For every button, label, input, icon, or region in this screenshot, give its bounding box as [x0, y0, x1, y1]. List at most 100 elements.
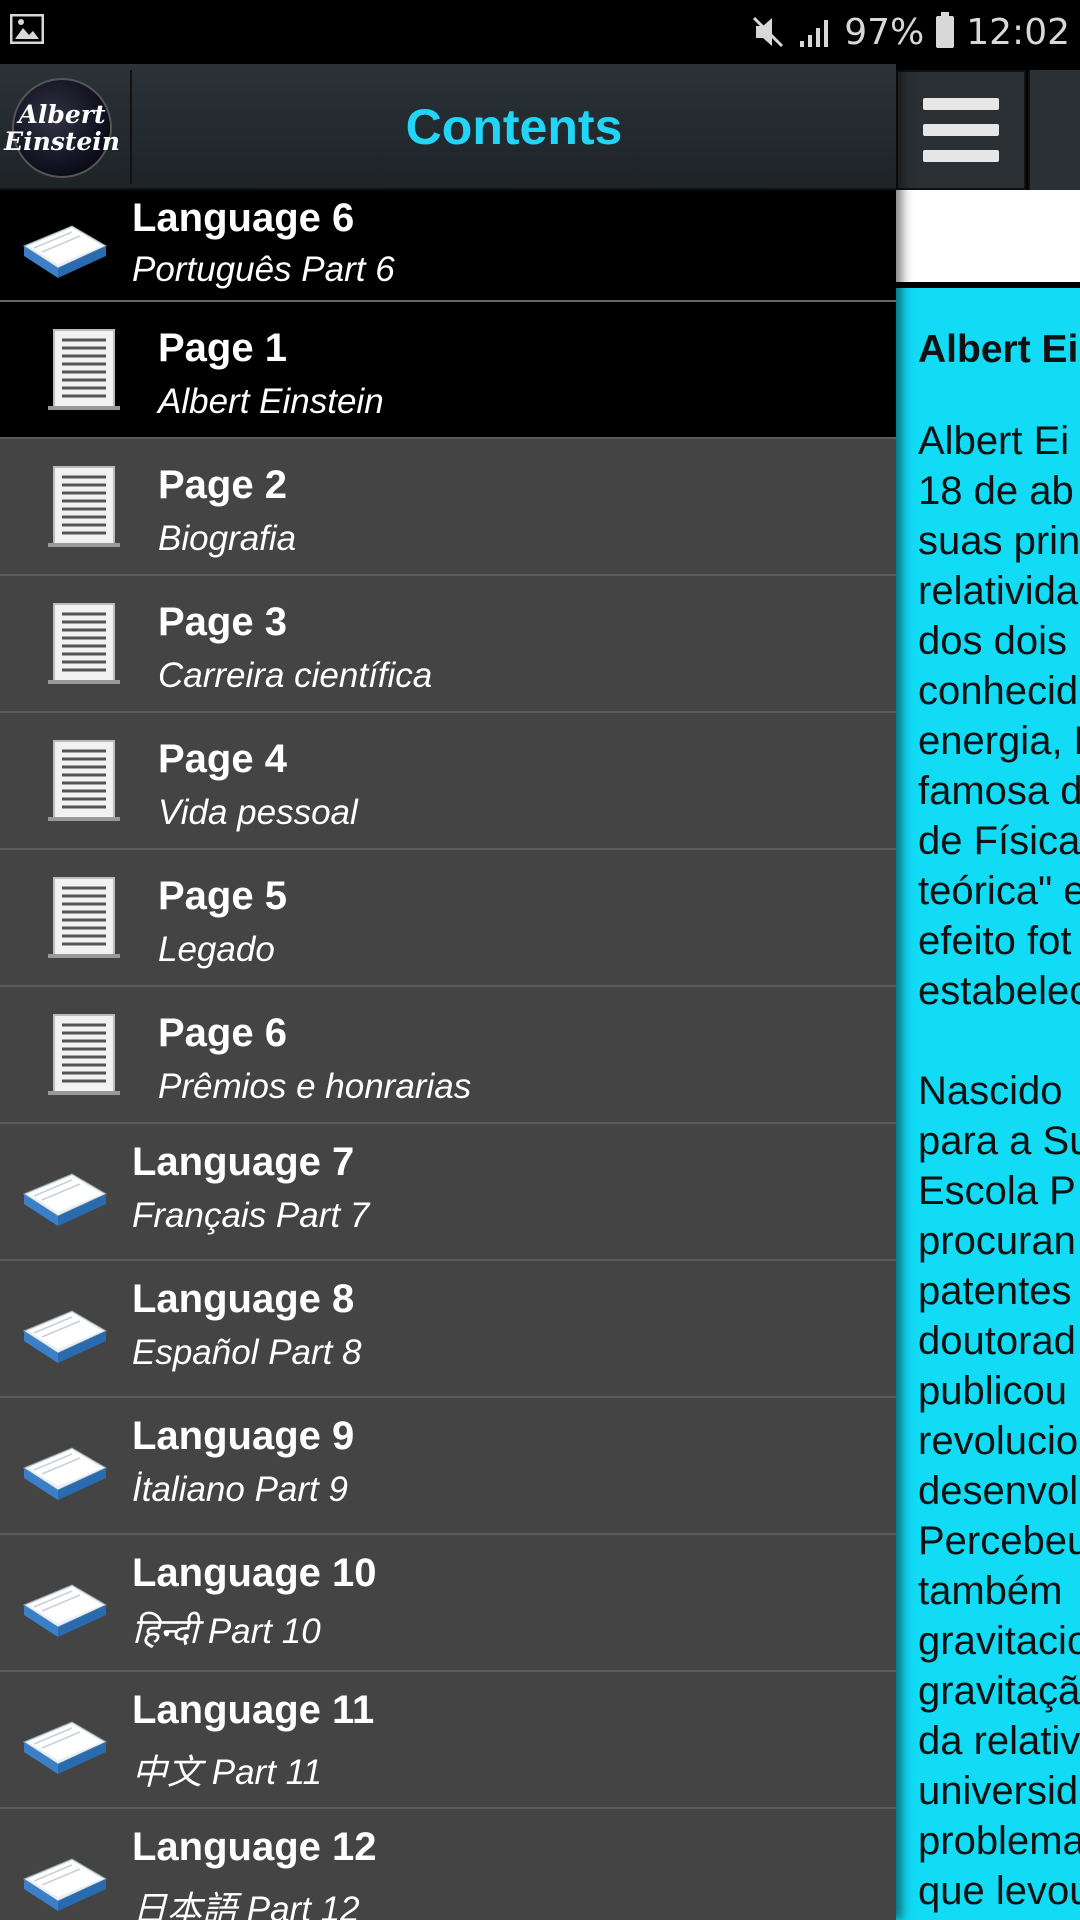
logo-text-line1: Albert: [18, 100, 106, 129]
article-line: publicou: [918, 1369, 1068, 1413]
language-item[interactable]: Language 11 中文 Part 11: [0, 1672, 896, 1809]
article-line: gravitacio: [918, 1619, 1080, 1663]
article-line: relativida: [918, 569, 1079, 613]
book-icon: [22, 1310, 108, 1363]
article-line: para a Su: [918, 1119, 1080, 1163]
document-icon: [48, 877, 120, 958]
article-line: universid: [918, 1769, 1079, 1813]
item-title: Page 5: [158, 874, 287, 918]
item-title: Language 8: [132, 1277, 355, 1321]
article-line: que levou: [918, 1869, 1080, 1913]
item-title: Language 12: [132, 1825, 377, 1869]
article-line: problema: [918, 1819, 1080, 1863]
language-item[interactable]: Language 9 İtaliano Part 9: [0, 1398, 896, 1535]
article-line: também: [918, 1569, 1063, 1613]
item-subtitle: 日本語 Part 12: [132, 1890, 360, 1920]
item-subtitle: İtaliano Part 9: [132, 1470, 348, 1509]
signal-icon: [800, 20, 829, 47]
article-line: teórica" e: [918, 869, 1080, 913]
book-icon: [22, 1858, 108, 1911]
language-item[interactable]: Language 8 Español Part 8: [0, 1261, 896, 1398]
page-item[interactable]: Page 3 Carreira científica: [0, 576, 896, 713]
item-subtitle: Français Part 7: [132, 1196, 370, 1235]
item-title: Language 9: [132, 1414, 355, 1458]
article-line: Albert Ei: [918, 419, 1070, 463]
image-icon: [10, 14, 44, 44]
book-icon: [22, 1721, 108, 1774]
item-title: Page 6: [158, 1011, 287, 1055]
item-title: Page 2: [158, 463, 287, 507]
item-subtitle: Legado: [158, 930, 275, 969]
article-line: estabelec: [918, 969, 1080, 1013]
article-line: da relativ: [918, 1719, 1080, 1763]
article-line: Percebeu: [918, 1519, 1080, 1563]
language-item[interactable]: Language 10 हिन्दी Part 10: [0, 1535, 896, 1672]
article-line: famosa d: [918, 769, 1080, 813]
language-item[interactable]: Language 7 Français Part 7: [0, 1124, 896, 1261]
document-icon: [48, 1014, 120, 1095]
article-line: gravitaçã: [918, 1669, 1080, 1713]
item-title: Language 6: [132, 196, 355, 240]
article-line: desenvol: [918, 1469, 1079, 1513]
item-title: Language 10: [132, 1551, 377, 1595]
item-title: Page 3: [158, 600, 287, 644]
page-item[interactable]: Page 4 Vida pessoal: [0, 713, 896, 850]
article-line: Nascido: [918, 1069, 1063, 1113]
item-title: Page 4: [158, 737, 287, 781]
document-icon: [48, 329, 120, 410]
article-line: efeito fot: [918, 919, 1072, 963]
book-icon: [22, 1447, 108, 1500]
page-item[interactable]: Page 5 Legado: [0, 850, 896, 987]
contents-list: Language 6 Português Part 6 Page 1 Albert E…: [0, 190, 896, 1920]
battery-icon: [936, 12, 955, 48]
book-icon: [22, 1173, 108, 1226]
item-subtitle: Prêmios e honrarias: [158, 1067, 472, 1106]
language-item[interactable]: Language 12 日本語 Part 12: [0, 1809, 896, 1920]
article-line: conhecid: [918, 669, 1079, 713]
drawer-title: Contents: [405, 99, 623, 155]
toolbar-segment: [1028, 70, 1080, 190]
item-subtitle: 中文 Part 11: [132, 1753, 322, 1792]
page-item[interactable]: Page 1 Albert Einstein: [0, 302, 896, 439]
clock: 12:02: [966, 11, 1070, 53]
book-icon: [22, 1584, 108, 1637]
item-subtitle: Español Part 8: [132, 1333, 362, 1372]
document-icon: [48, 603, 120, 684]
mute-icon: [753, 16, 784, 48]
item-subtitle: Português Part 6: [132, 250, 395, 289]
item-subtitle: Biografia: [158, 519, 297, 558]
article-line: energia, E: [918, 719, 1080, 763]
article-line: revolucio: [918, 1419, 1079, 1463]
article-line: procuran: [918, 1219, 1076, 1263]
page-item[interactable]: Page 6 Prêmios e honrarias: [0, 987, 896, 1124]
item-title: Language 7: [132, 1140, 355, 1184]
article-line: 18 de ab: [918, 469, 1074, 513]
status-right: 97% 12:02: [750, 0, 1070, 64]
logo-text-line2: Einstein: [4, 127, 120, 156]
article-line: Escola P: [918, 1169, 1076, 1213]
content-top-strip: [896, 190, 1080, 282]
article-line: patentes: [918, 1269, 1072, 1313]
language-item[interactable]: Language 6 Português Part 6: [0, 190, 896, 302]
article-line: de Física: [918, 819, 1080, 863]
hamburger-icon: [923, 98, 999, 162]
article-body[interactable]: Albert Ei Albert Ei 18 de ab suas prin rela…: [896, 288, 1080, 1920]
item-subtitle: Vida pessoal: [158, 793, 358, 832]
document-icon: [48, 466, 120, 547]
item-subtitle: हिन्दी Part 10: [132, 1612, 321, 1651]
battery-percent: 97%: [844, 11, 925, 53]
item-title: Language 11: [132, 1688, 375, 1732]
page-item[interactable]: Page 2 Biografia: [0, 439, 896, 576]
item-title: Page 1: [158, 326, 287, 370]
article-line: suas prin: [918, 519, 1080, 563]
document-icon: [48, 740, 120, 821]
article-text: Albert Ei 18 de ab suas prin relativida dos …: [918, 416, 1080, 1916]
status-bar: 97% 12:02: [0, 0, 1080, 64]
app-logo: Albert Einstein: [4, 78, 120, 178]
article-title: Albert Ei: [918, 328, 1079, 371]
item-subtitle: Carreira científica: [158, 656, 433, 695]
drawer-header: Albert Einstein Contents: [0, 64, 896, 190]
item-subtitle: Albert Einstein: [158, 382, 384, 421]
menu-button[interactable]: [896, 70, 1026, 190]
book-icon: [22, 225, 108, 278]
